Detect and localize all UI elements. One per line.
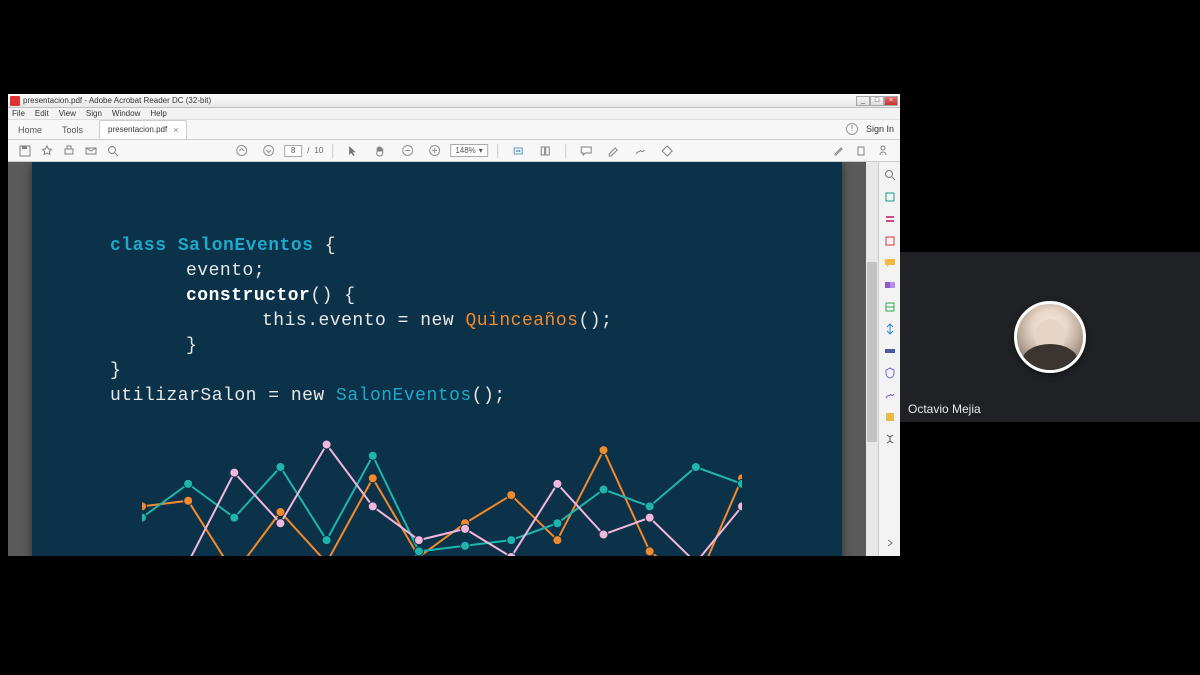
document-area: class SalonEventos { evento; constructor… (8, 162, 900, 556)
attachment-icon[interactable] (854, 144, 868, 158)
save-icon[interactable] (18, 144, 32, 158)
hand-icon[interactable] (373, 144, 387, 158)
video-participant-tile[interactable]: Octavio Mejia (900, 252, 1200, 422)
panel-search-icon[interactable] (883, 168, 897, 182)
pointer-icon[interactable] (346, 144, 360, 158)
minimize-button[interactable]: _ (856, 96, 870, 106)
print-icon[interactable] (62, 144, 76, 158)
redact-icon[interactable] (883, 344, 897, 358)
combine-files-icon[interactable] (883, 278, 897, 292)
close-button[interactable]: × (884, 96, 898, 106)
collapse-pane-icon[interactable] (883, 536, 897, 550)
fill-sign-icon[interactable] (883, 388, 897, 402)
page-number-input[interactable]: 8 (284, 145, 302, 157)
scroll-mode-icon[interactable] (538, 144, 552, 158)
right-tool-pane (878, 162, 900, 556)
tools-link[interactable]: Tools (52, 121, 93, 139)
code-block: class SalonEventos { evento; constructor… (110, 234, 612, 409)
window-title: presentacion.pdf - Adobe Acrobat Reader … (23, 96, 856, 105)
pdf-page: class SalonEventos { evento; constructor… (32, 162, 842, 556)
app-icon (10, 96, 20, 106)
zoom-in-icon[interactable] (427, 144, 441, 158)
comment-panel-icon[interactable] (883, 256, 897, 270)
participant-name: Octavio Mejia (908, 402, 981, 416)
export-pdf-icon[interactable] (883, 190, 897, 204)
avatar (1014, 301, 1086, 373)
zoom-select[interactable]: 148%▾ (450, 144, 487, 157)
toolbar: 8 / 10 148%▾ (8, 140, 900, 162)
tab-close-icon[interactable]: × (173, 125, 178, 135)
document-tab[interactable]: presentacion.pdf × (99, 120, 187, 139)
create-pdf-icon[interactable] (883, 234, 897, 248)
comment-icon[interactable] (579, 144, 593, 158)
sign-icon[interactable] (633, 144, 647, 158)
page-separator: / (307, 146, 309, 155)
title-bar: presentacion.pdf - Adobe Acrobat Reader … (8, 94, 900, 108)
menu-file[interactable]: File (12, 109, 25, 118)
home-link[interactable]: Home (8, 121, 52, 139)
zoom-out-icon[interactable] (400, 144, 414, 158)
star-icon[interactable] (40, 144, 54, 158)
menu-view[interactable]: View (59, 109, 76, 118)
protect-icon[interactable] (883, 366, 897, 380)
menu-edit[interactable]: Edit (35, 109, 49, 118)
organize-pages-icon[interactable] (883, 300, 897, 314)
more-tools-icon[interactable] (883, 432, 897, 446)
menu-window[interactable]: Window (112, 109, 140, 118)
compress-icon[interactable] (883, 322, 897, 336)
page-up-icon[interactable] (234, 144, 248, 158)
notification-icon[interactable]: ! (846, 123, 858, 135)
page-total: 10 (314, 146, 323, 155)
search-icon[interactable] (106, 144, 120, 158)
share-icon[interactable] (876, 144, 890, 158)
maximize-button[interactable]: □ (870, 96, 884, 106)
sign-in-link[interactable]: Sign In (866, 124, 894, 134)
vertical-scrollbar[interactable] (866, 162, 878, 556)
acrobat-window: presentacion.pdf - Adobe Acrobat Reader … (8, 94, 900, 556)
highlight-icon[interactable] (606, 144, 620, 158)
edit-pdf-icon[interactable] (883, 212, 897, 226)
tab-row: Home Tools presentacion.pdf × ! Sign In (8, 120, 900, 140)
page-down-icon[interactable] (261, 144, 275, 158)
mail-icon[interactable] (84, 144, 98, 158)
page-viewport[interactable]: class SalonEventos { evento; constructor… (8, 162, 866, 556)
edit-tool-icon[interactable] (832, 144, 846, 158)
menu-help[interactable]: Help (150, 109, 166, 118)
stamp-icon[interactable] (660, 144, 674, 158)
scrollbar-thumb[interactable] (867, 262, 877, 442)
menu-bar: File Edit View Sign Window Help (8, 108, 900, 120)
menu-sign[interactable]: Sign (86, 109, 102, 118)
decorative-line-chart (142, 422, 742, 556)
fit-width-icon[interactable] (511, 144, 525, 158)
send-comments-icon[interactable] (883, 410, 897, 424)
document-tab-label: presentacion.pdf (108, 125, 167, 134)
